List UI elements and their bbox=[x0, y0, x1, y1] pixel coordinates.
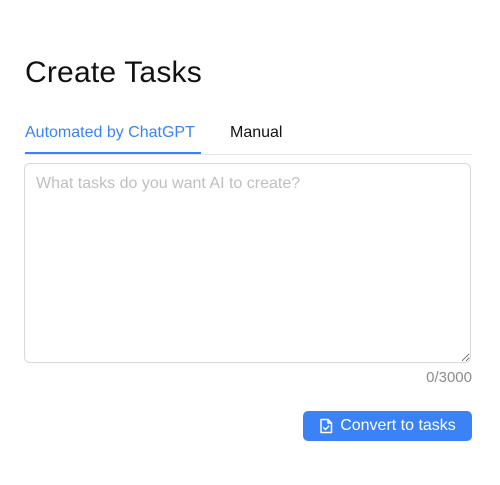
page-title: Create Tasks bbox=[25, 56, 202, 89]
file-check-icon bbox=[319, 418, 333, 434]
convert-button-label: Convert to tasks bbox=[340, 417, 456, 434]
character-counter: 0/3000 bbox=[426, 369, 472, 386]
tab-manual[interactable]: Manual bbox=[230, 116, 282, 153]
tab-bar: Automated by ChatGPT Manual bbox=[25, 116, 472, 155]
task-prompt-input[interactable] bbox=[24, 163, 471, 363]
convert-to-tasks-button[interactable]: Convert to tasks bbox=[303, 411, 472, 441]
tab-automated-by-chatgpt[interactable]: Automated by ChatGPT bbox=[25, 116, 201, 154]
